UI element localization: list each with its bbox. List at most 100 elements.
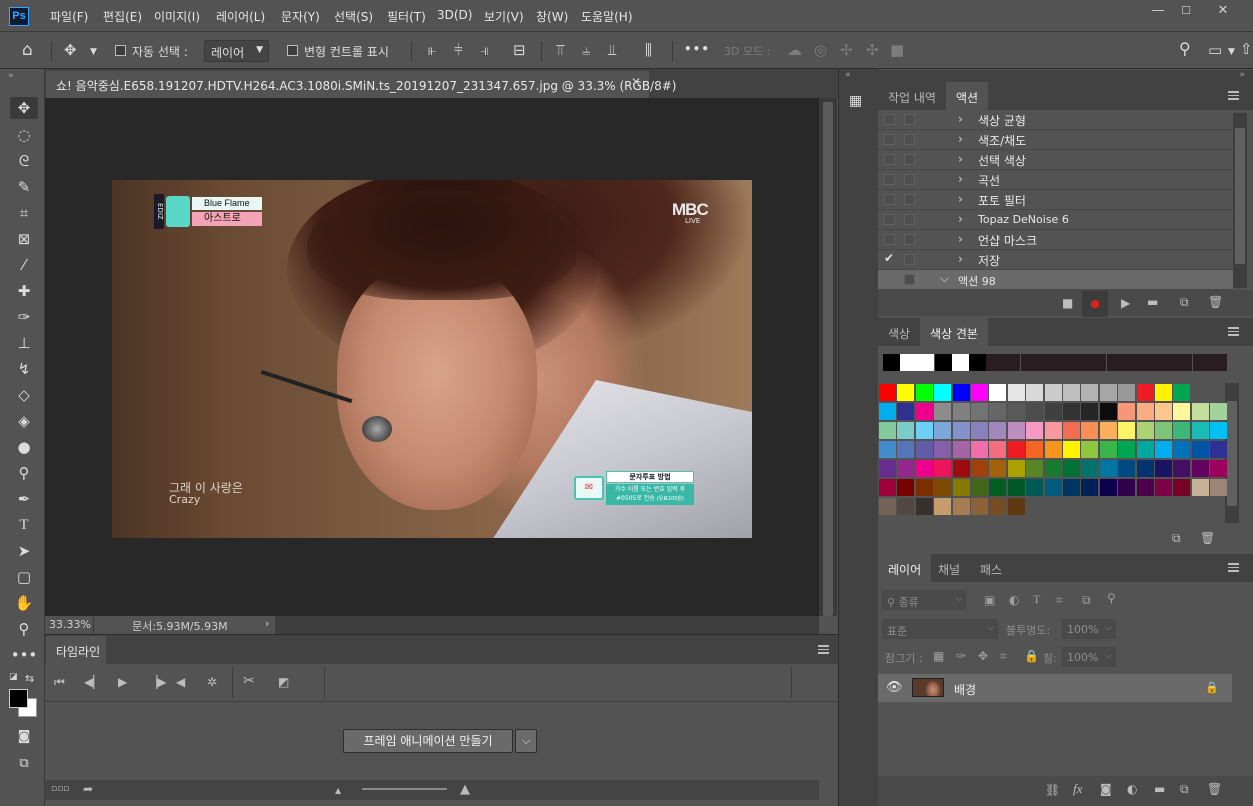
new-set-folder-icon[interactable]: ▬: [1147, 295, 1158, 309]
auto-select-checkbox[interactable]: [115, 45, 126, 56]
distribute-icon[interactable]: ⊟: [513, 42, 526, 58]
color-swatch[interactable]: [1081, 460, 1099, 477]
add-mask-icon[interactable]: ◙: [1100, 782, 1112, 796]
transform-controls-checkbox[interactable]: [287, 45, 298, 56]
color-swatch[interactable]: [934, 422, 952, 439]
color-swatch[interactable]: [971, 441, 988, 458]
tab-timeline[interactable]: 타임라인: [46, 636, 106, 664]
crop-tool-icon[interactable]: ⌗: [10, 202, 38, 224]
menu-select[interactable]: 선택(S): [334, 8, 373, 25]
collapse-icon[interactable]: »: [1239, 70, 1245, 80]
type-tool-icon[interactable]: T: [10, 514, 38, 536]
color-swatch[interactable]: [1007, 384, 1025, 401]
color-swatch[interactable]: [971, 403, 988, 420]
color-swatch[interactable]: [1118, 479, 1136, 496]
actions-menu-icon[interactable]: [1228, 91, 1239, 100]
quick-mask-icon[interactable]: ◙: [10, 726, 38, 748]
recent-swatch[interactable]: [986, 354, 1004, 371]
move-tool-icon[interactable]: ✥: [10, 97, 38, 119]
marquee-tool-icon[interactable]: ◌: [10, 124, 38, 146]
color-swatch[interactable]: [897, 422, 915, 439]
layer-lock-icon[interactable]: 🔒: [1205, 681, 1219, 694]
color-swatch[interactable]: [1191, 460, 1209, 477]
color-swatch[interactable]: [952, 403, 970, 420]
menu-file[interactable]: 파일(F): [50, 8, 88, 25]
move-tool-preset-icon[interactable]: ✥: [64, 42, 77, 58]
color-swatch[interactable]: [1191, 422, 1209, 439]
color-swatch[interactable]: [971, 479, 988, 496]
color-swatch[interactable]: [915, 422, 933, 439]
canvas-scroll-thumb[interactable]: [823, 102, 833, 616]
animation-type-dropdown[interactable]: ⌵: [515, 729, 537, 753]
lock-image-icon[interactable]: ✑: [956, 649, 966, 663]
color-swatch[interactable]: [879, 498, 896, 515]
color-swatch[interactable]: [897, 384, 915, 401]
color-swatch[interactable]: [1173, 403, 1191, 420]
color-swatch[interactable]: [915, 460, 933, 477]
lock-transparency-icon[interactable]: ▦: [933, 649, 944, 663]
filter-toggle-icon[interactable]: ⚲: [1107, 591, 1116, 605]
settings-gear-icon[interactable]: ✲: [207, 675, 217, 689]
hand-tool-icon[interactable]: ✋: [10, 592, 38, 614]
color-swatch[interactable]: [1026, 422, 1044, 439]
paint-bucket-tool-icon[interactable]: ◈: [10, 410, 38, 432]
zoom-out-icon[interactable]: ▲: [335, 786, 341, 795]
action-item[interactable]: › 언샵 마스크: [878, 230, 1233, 250]
play-icon[interactable]: ▶: [118, 675, 127, 689]
lock-artboard-icon[interactable]: ⌗: [1000, 649, 1007, 664]
color-swatch[interactable]: [1155, 422, 1172, 439]
scissors-icon[interactable]: ✂: [243, 673, 255, 689]
audio-icon[interactable]: ◀: [176, 675, 185, 689]
color-swatch[interactable]: [952, 384, 970, 401]
previous-frame-icon[interactable]: ◀▏: [84, 675, 102, 689]
close-window-button[interactable]: ✕: [1211, 4, 1235, 18]
color-swatch[interactable]: [1007, 422, 1025, 439]
edit-toolbar-icon[interactable]: •••: [10, 644, 38, 666]
color-swatch[interactable]: [1118, 422, 1136, 439]
delete-icon[interactable]: 🗑: [1208, 295, 1223, 309]
frame-tool-icon[interactable]: ⊠: [10, 228, 38, 250]
color-swatch[interactable]: [1099, 460, 1117, 477]
color-swatch[interactable]: [1063, 403, 1080, 420]
blend-mode-dropdown[interactable]: 표준 ⌵: [882, 619, 998, 639]
first-frame-icon[interactable]: ⏮: [54, 675, 65, 690]
color-swatch[interactable]: [1044, 422, 1062, 439]
new-group-icon[interactable]: ▬: [1154, 782, 1165, 796]
distribute-vertical-icon[interactable]: ⫼: [645, 42, 652, 58]
menu-filter[interactable]: 필터(T): [387, 8, 426, 25]
horizontal-scrollbar[interactable]: [275, 616, 819, 634]
action-set-selected[interactable]: ⌵ 액션 98: [878, 270, 1233, 290]
color-swatch[interactable]: [971, 384, 988, 401]
filter-pixel-icon[interactable]: ▣: [984, 593, 995, 607]
eyedropper-tool-icon[interactable]: ⁄: [10, 254, 38, 276]
color-swatch[interactable]: [1118, 384, 1136, 401]
color-swatch[interactable]: [1136, 422, 1154, 439]
chevron-right-icon[interactable]: ›: [958, 232, 963, 246]
delete-layer-icon[interactable]: 🗑: [1207, 782, 1222, 796]
recent-swatch[interactable]: [951, 354, 969, 371]
color-swatch[interactable]: [1173, 460, 1191, 477]
color-swatch[interactable]: [1155, 441, 1172, 458]
swatches-scroll-thumb[interactable]: [1227, 401, 1237, 506]
color-swatch[interactable]: [1099, 384, 1117, 401]
layer-name[interactable]: 배경: [954, 681, 976, 698]
tab-channels[interactable]: 채널: [928, 554, 970, 582]
lasso-tool-icon[interactable]: ᘓ: [10, 150, 38, 172]
color-swatch[interactable]: [1044, 460, 1062, 477]
chevron-down-icon[interactable]: ⌵: [940, 271, 949, 286]
color-swatch[interactable]: [952, 441, 970, 458]
color-swatch[interactable]: [989, 460, 1007, 477]
color-swatch[interactable]: [897, 479, 915, 496]
layer-thumbnail[interactable]: [912, 678, 944, 697]
color-swatch[interactable]: [1136, 384, 1154, 401]
color-swatch[interactable]: [879, 460, 896, 477]
layers-menu-icon[interactable]: [1228, 563, 1239, 572]
fill-input[interactable]: 100% ⌵: [1062, 647, 1116, 667]
color-swatch[interactable]: [1155, 479, 1172, 496]
color-swatch[interactable]: [1118, 460, 1136, 477]
zoom-tool-icon[interactable]: ⚲: [10, 618, 38, 640]
color-swatch[interactable]: [915, 441, 933, 458]
color-swatch[interactable]: [879, 422, 896, 439]
color-swatch[interactable]: [897, 498, 915, 515]
color-swatch[interactable]: [934, 479, 952, 496]
